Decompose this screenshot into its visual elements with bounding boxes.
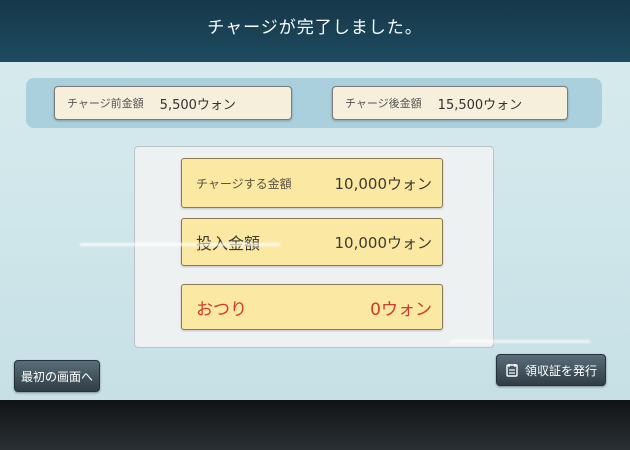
balance-before-label: チャージ前金額 bbox=[67, 97, 144, 110]
device-bezel bbox=[0, 400, 630, 450]
inserted-amount-value: 10,000ウォン bbox=[334, 233, 433, 252]
charge-amount-value: 10,000ウォン bbox=[334, 174, 433, 193]
page-title: チャージが完了しました。 bbox=[207, 17, 423, 38]
screen-glare bbox=[450, 340, 590, 343]
screen-glare bbox=[80, 243, 280, 246]
receipt-icon bbox=[505, 363, 519, 377]
issue-receipt-button[interactable]: 領収証を発行 bbox=[496, 354, 606, 386]
balance-after-value: 15,500ウォン bbox=[437, 97, 523, 113]
change-value: 0ウォン bbox=[370, 299, 432, 320]
balance-after-field: チャージ後金額 15,500ウォン bbox=[332, 86, 568, 120]
balance-before-value: 5,500ウォン bbox=[159, 97, 236, 113]
inserted-amount-label: 投入金額 bbox=[196, 230, 260, 254]
back-to-start-button[interactable]: 最初の画面へ bbox=[14, 360, 100, 392]
inserted-amount-field: 投入金額 10,000ウォン bbox=[181, 218, 443, 266]
back-to-start-label: 最初の画面へ bbox=[20, 369, 93, 384]
header-bar: チャージが完了しました。 bbox=[0, 0, 630, 62]
issue-receipt-label: 領収証を発行 bbox=[524, 363, 597, 378]
balance-after-label: チャージ後金額 bbox=[345, 97, 422, 110]
change-amount-field: おつり 0ウォン bbox=[181, 284, 443, 330]
kiosk-screen: チャージが完了しました。 チャージ前金額 5,500ウォン チャージ後金額 15… bbox=[0, 0, 630, 400]
balance-before-field: チャージ前金額 5,500ウォン bbox=[54, 86, 292, 120]
change-label: おつり bbox=[196, 299, 247, 320]
charge-amount-label: チャージする金額 bbox=[196, 176, 292, 191]
charge-amount-field: チャージする金額 10,000ウォン bbox=[181, 158, 443, 208]
